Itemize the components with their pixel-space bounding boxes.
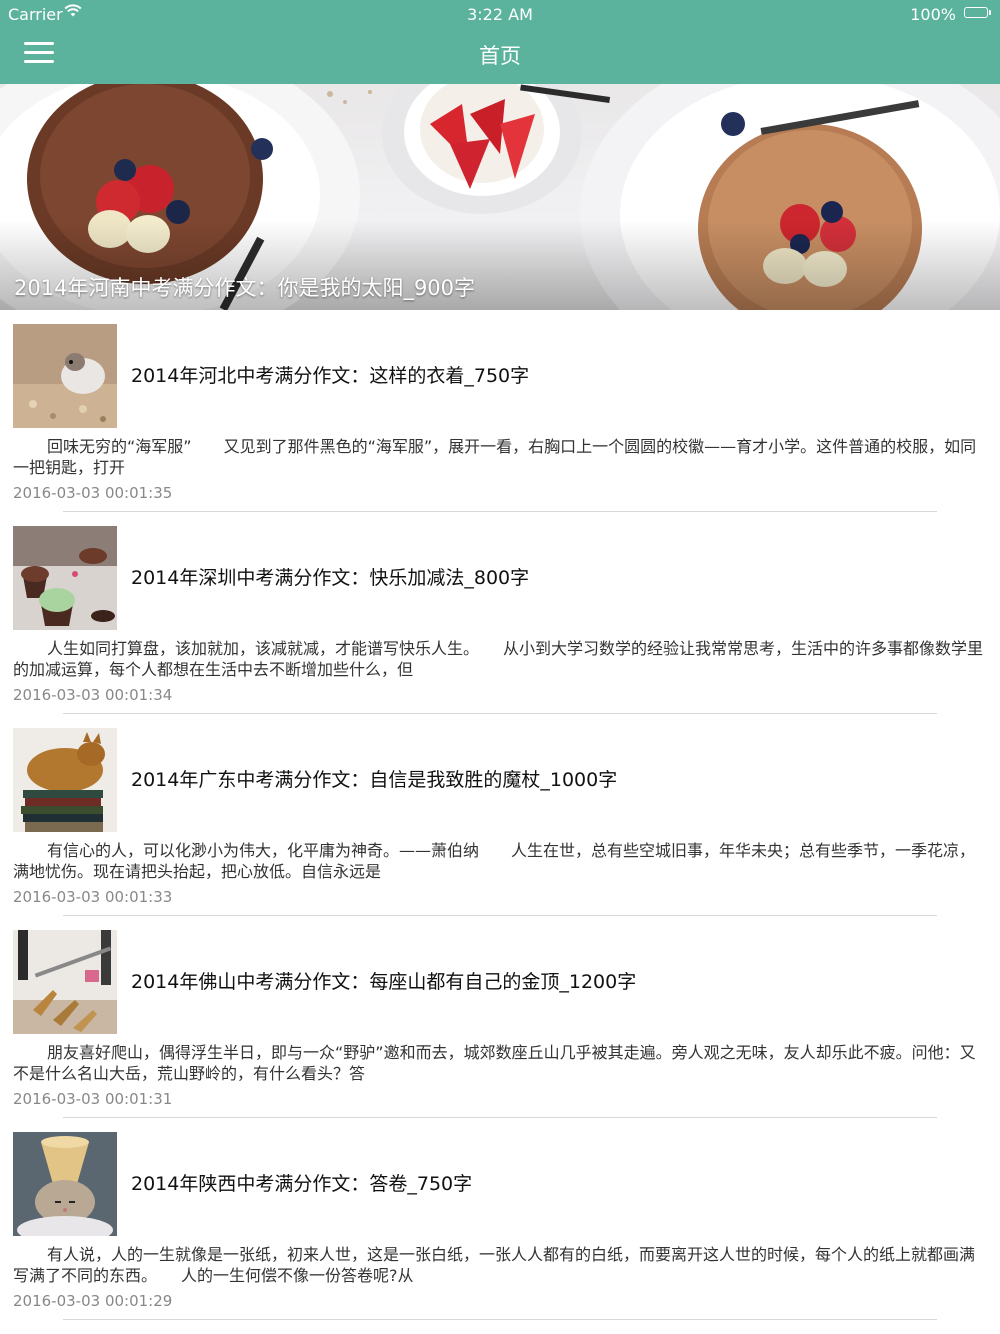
list-item[interactable]: 2014年深圳中考满分作文：快乐加减法_800字 人生如同打算盘，该加就加，该减… [0,512,1000,714]
article-thumbnail [13,324,117,428]
battery-icon [964,7,991,18]
article-title: 2014年广东中考满分作文：自信是我致胜的魔杖_1000字 [131,769,618,791]
article-summary: 人生如同打算盘，该加就加，该减就减，才能谱写快乐人生。 从小到大学习数学的经验让… [13,639,983,679]
page-title: 首页 [479,44,521,68]
article-summary: 有人说，人的一生就像是一张纸，初来人世，这是一张白纸，一张人人都有的白纸，而要离… [13,1245,976,1285]
article-list: 2014年河北中考满分作文：这样的衣着_750字 回味无穷的“海军服” 又见到了… [0,310,1000,1320]
status-bar: Carrier 3:22 AM 100% [0,0,1000,28]
battery-percent: 100% [910,5,956,24]
list-item[interactable]: 2014年佛山中考满分作文：每座山都有自己的金顶_1200字 朋友喜好爬山，偶得… [0,916,1000,1118]
article-title: 2014年佛山中考满分作文：每座山都有自己的金顶_1200字 [131,971,637,993]
banner-title: 2014年河南中考满分作文：你是我的太阳_900字 [14,276,476,300]
list-item[interactable]: 2014年广东中考满分作文：自信是我致胜的魔杖_1000字 有信心的人，可以化渺… [0,714,1000,916]
list-item[interactable]: 2014年河北中考满分作文：这样的衣着_750字 回味无穷的“海军服” 又见到了… [0,310,1000,512]
article-title: 2014年陕西中考满分作文：答卷_750字 [131,1173,473,1195]
article-date: 2016-03-03 00:01:34 [13,686,173,704]
divider [63,1319,937,1320]
article-thumbnail [13,526,117,630]
featured-banner[interactable]: 2014年河南中考满分作文：你是我的太阳_900字 [0,84,1000,310]
article-title: 2014年河北中考满分作文：这样的衣着_750字 [131,365,530,387]
article-thumbnail [13,930,117,1034]
article-summary: 有信心的人，可以化渺小为伟大，化平庸为神奇。——萧伯纳 人生在世，总有些空城旧事… [13,841,976,881]
article-title: 2014年深圳中考满分作文：快乐加减法_800字 [131,567,530,589]
article-thumbnail [13,1132,117,1236]
navigation-bar: Carrier 3:22 AM 100% 首页 [0,0,1000,84]
article-date: 2016-03-03 00:01:35 [13,484,173,502]
article-date: 2016-03-03 00:01:31 [13,1090,173,1108]
article-summary: 回味无穷的“海军服” 又见到了那件黑色的“海军服”，展开一看，右胸口上一个圆圆的… [13,437,977,477]
article-date: 2016-03-03 00:01:33 [13,888,173,906]
status-time: 3:22 AM [467,5,533,24]
article-thumbnail [13,728,117,832]
list-item[interactable]: 2014年陕西中考满分作文：答卷_750字 有人说，人的一生就像是一张纸，初来人… [0,1118,1000,1320]
article-date: 2016-03-03 00:01:29 [13,1292,173,1310]
article-summary: 朋友喜好爬山，偶得浮生半日，即与一众“野驴”邀和而去，城郊数座丘山几乎被其走遍。… [13,1043,976,1083]
